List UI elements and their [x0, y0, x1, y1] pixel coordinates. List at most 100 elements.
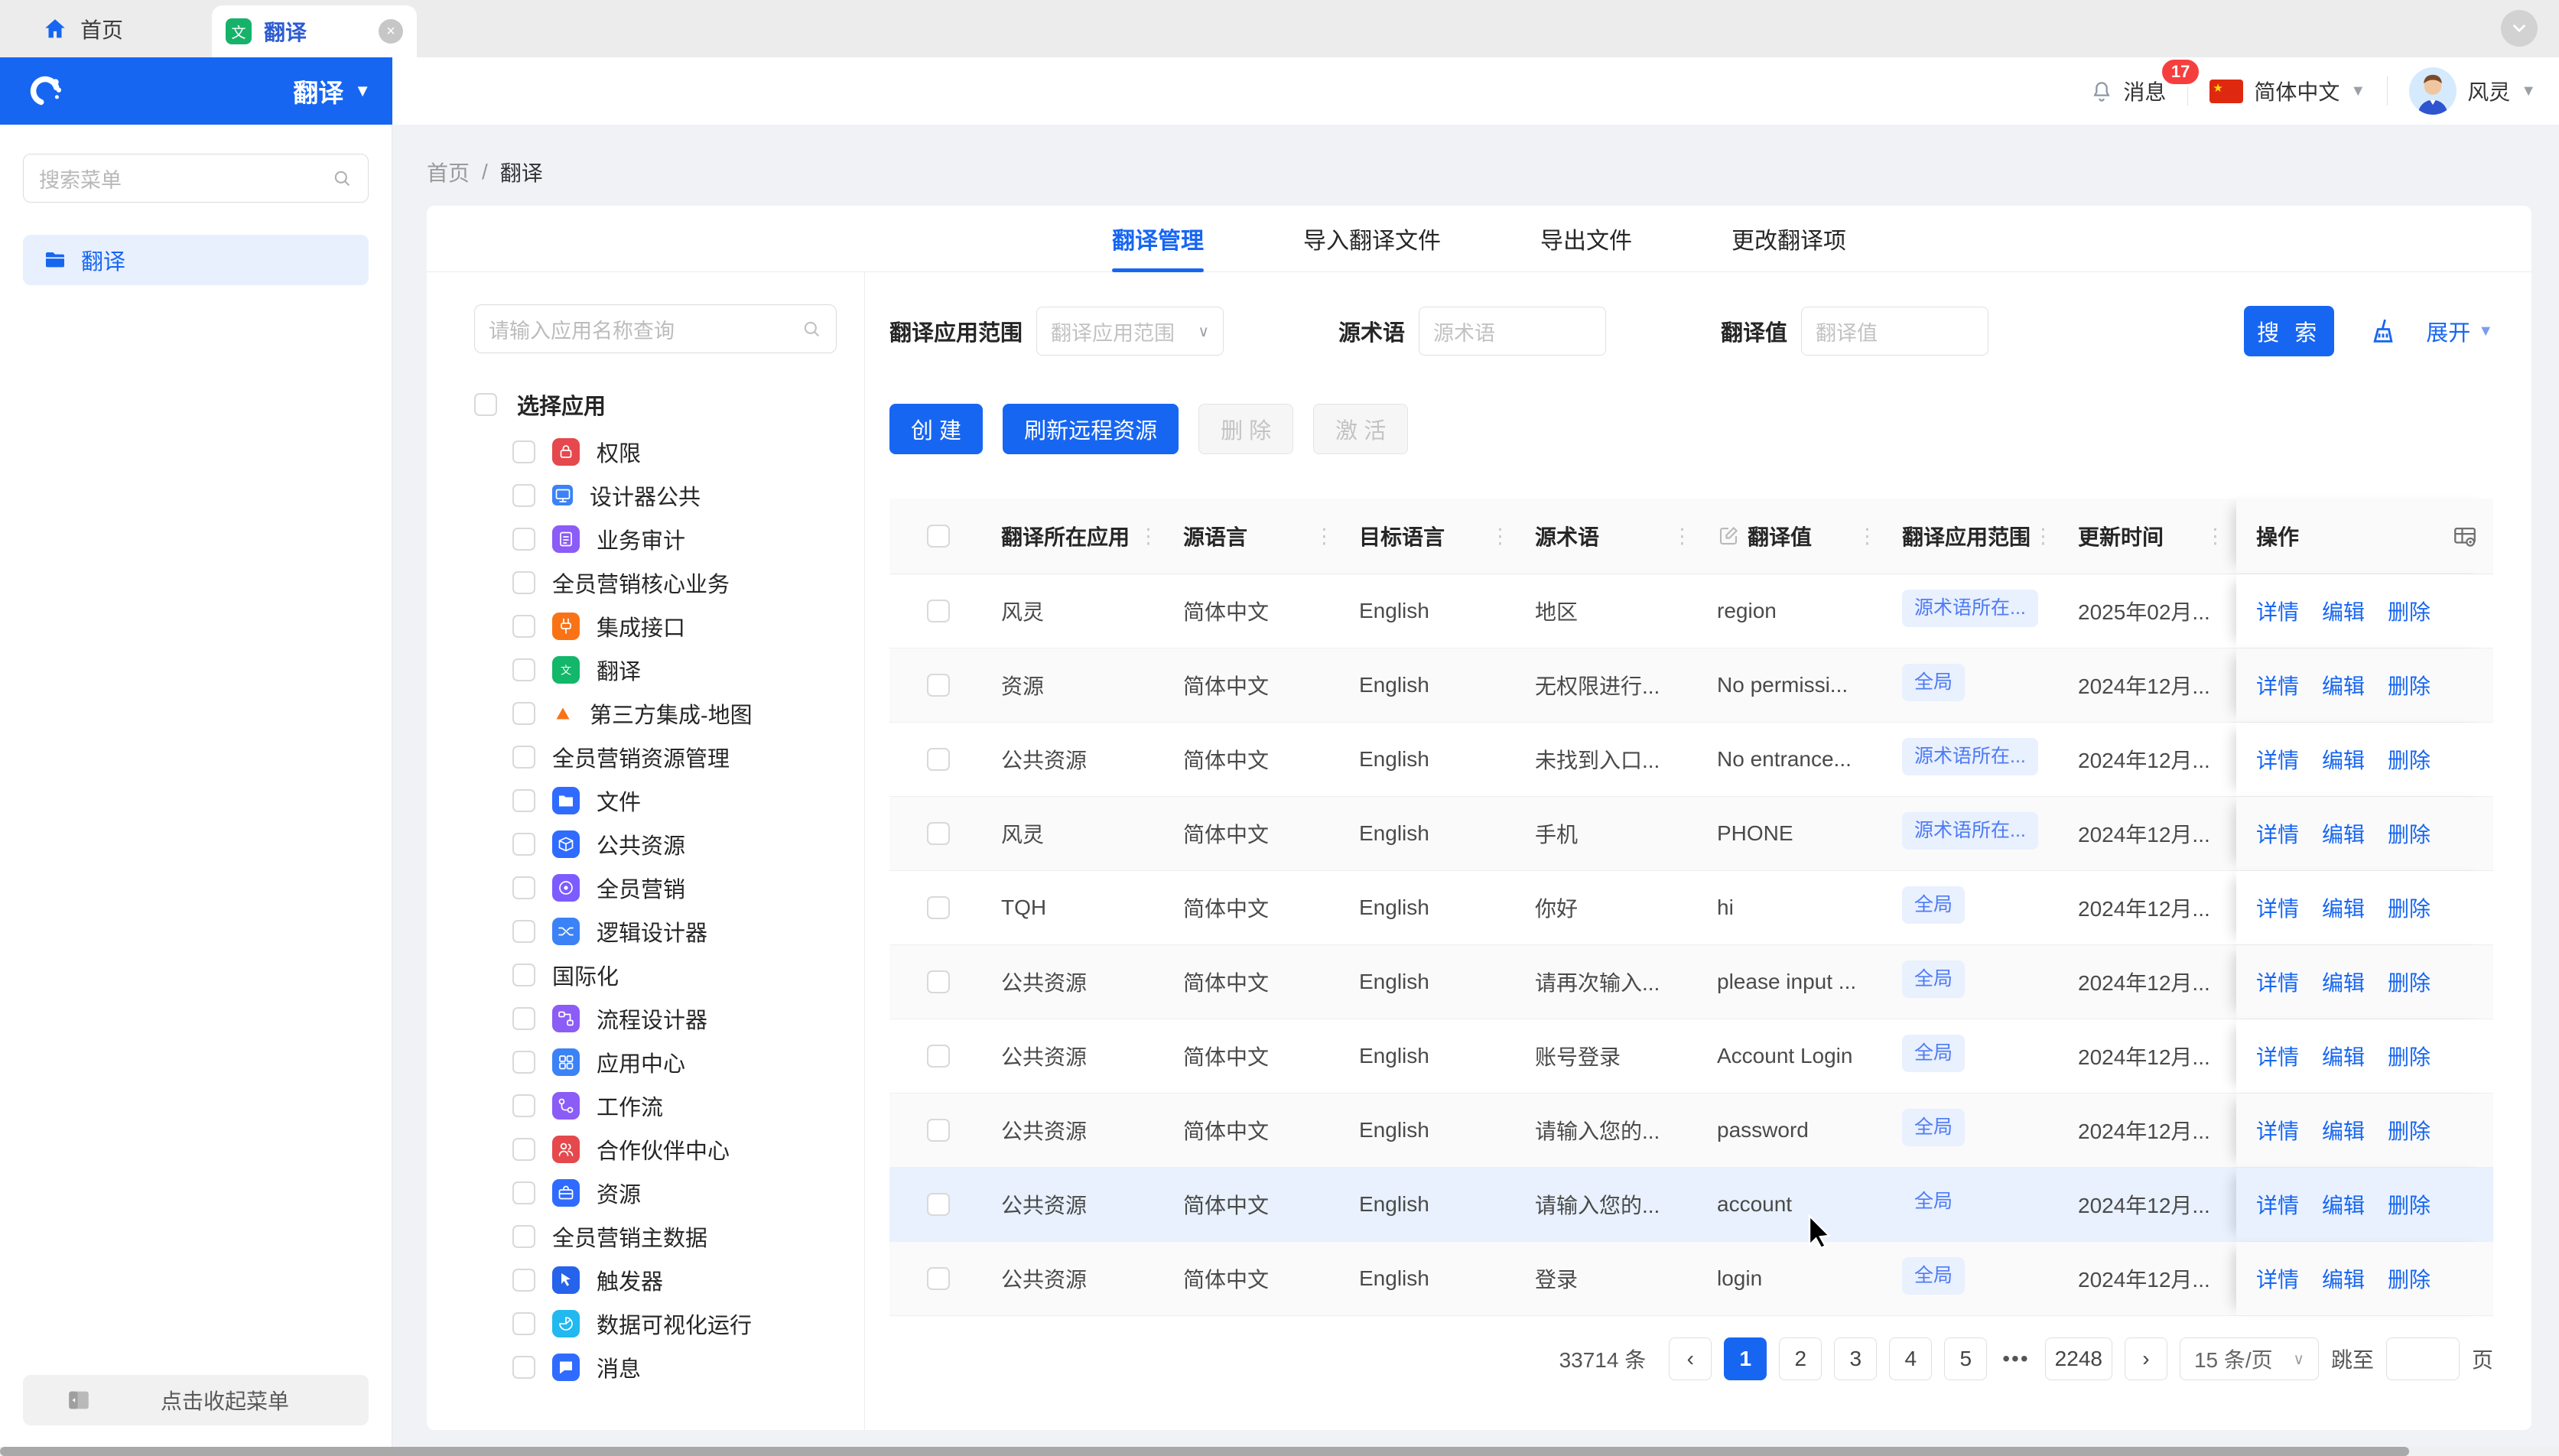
scope-filter-select[interactable]: 翻译应用范围 ∨ [1036, 307, 1224, 356]
table-row[interactable]: 风灵简体中文English手机PHONE源术语所在...2024年12月...详… [889, 797, 2493, 871]
tree-item[interactable]: 集成接口 [474, 604, 837, 648]
tree-item[interactable]: 权限 [474, 430, 837, 473]
page-button[interactable]: 5 [1944, 1337, 1987, 1380]
menu-search-input[interactable]: 搜索菜单 [23, 154, 369, 203]
tree-item[interactable]: 文件 [474, 778, 837, 822]
row-action-详情[interactable]: 详情 [2256, 744, 2299, 775]
row-action-编辑[interactable]: 编辑 [2322, 670, 2365, 700]
tree-item[interactable]: 逻辑设计器 [474, 909, 837, 953]
row-action-删除[interactable]: 删除 [2388, 1041, 2431, 1071]
row-checkbox[interactable] [927, 1267, 950, 1290]
tree-item-checkbox[interactable] [512, 484, 535, 507]
clear-filters-icon[interactable] [2368, 316, 2398, 346]
row-action-删除[interactable]: 删除 [2388, 892, 2431, 923]
row-checkbox[interactable] [927, 1119, 950, 1142]
tree-item[interactable]: 数据可视化运行 [474, 1302, 837, 1345]
tree-item-checkbox[interactable] [512, 876, 535, 899]
table-row[interactable]: 公共资源简体中文English登录login全局2024年12月...详情编辑删… [889, 1242, 2493, 1316]
tree-item[interactable]: 工作流 [474, 1084, 837, 1127]
row-action-编辑[interactable]: 编辑 [2322, 1115, 2365, 1146]
tree-item[interactable]: 应用中心 [474, 1040, 837, 1084]
table-row[interactable]: 公共资源简体中文English请输入您的...account全局2024年12月… [889, 1168, 2493, 1242]
tree-item-checkbox[interactable] [512, 658, 535, 681]
row-checkbox[interactable] [927, 600, 950, 622]
row-action-删除[interactable]: 删除 [2388, 1115, 2431, 1146]
tree-item[interactable]: 国际化 [474, 953, 837, 996]
select-all-checkbox[interactable] [474, 393, 497, 416]
table-row[interactable]: 资源简体中文English无权限进行...No permissi...全局202… [889, 648, 2493, 723]
row-action-详情[interactable]: 详情 [2256, 1189, 2299, 1220]
row-action-删除[interactable]: 删除 [2388, 596, 2431, 626]
app-search-input[interactable]: 请输入应用名称查询 [474, 304, 837, 353]
row-action-详情[interactable]: 详情 [2256, 967, 2299, 997]
tree-item[interactable]: 触发器 [474, 1258, 837, 1302]
delete-button[interactable]: 删 除 [1198, 404, 1293, 454]
row-action-详情[interactable]: 详情 [2256, 1041, 2299, 1071]
table-row[interactable]: 风灵简体中文English地区region源术语所在...2025年02月...… [889, 574, 2493, 648]
column-menu-icon[interactable]: ⋮ [1857, 525, 1878, 548]
activate-button[interactable]: 激 活 [1313, 404, 1408, 454]
row-action-编辑[interactable]: 编辑 [2322, 1189, 2365, 1220]
row-action-详情[interactable]: 详情 [2256, 892, 2299, 923]
row-checkbox[interactable] [927, 822, 950, 845]
column-settings-icon[interactable] [2452, 523, 2478, 549]
create-button[interactable]: 创 建 [889, 404, 983, 454]
select-all-apps[interactable]: 选择应用 [474, 388, 837, 421]
tree-item-checkbox[interactable] [512, 746, 535, 769]
tab-import-files[interactable]: 导入翻译文件 [1303, 206, 1441, 271]
horizontal-scrollbar-thumb[interactable] [0, 1447, 2409, 1456]
tree-item[interactable]: 全员营销资源管理 [474, 735, 837, 778]
row-action-详情[interactable]: 详情 [2256, 818, 2299, 849]
breadcrumb-home[interactable]: 首页 [427, 157, 470, 187]
tree-item-checkbox[interactable] [512, 1356, 535, 1379]
column-menu-icon[interactable]: ⋮ [2205, 525, 2226, 548]
row-action-详情[interactable]: 详情 [2256, 1115, 2299, 1146]
column-menu-icon[interactable]: ⋮ [1490, 525, 1510, 548]
column-menu-icon[interactable]: ⋮ [1314, 525, 1335, 548]
tree-item[interactable]: 全员营销核心业务 [474, 561, 837, 604]
row-action-删除[interactable]: 删除 [2388, 967, 2431, 997]
tree-item-checkbox[interactable] [512, 571, 535, 594]
row-action-编辑[interactable]: 编辑 [2322, 744, 2365, 775]
table-row[interactable]: TQH简体中文English你好hi全局2024年12月...详情编辑删除 [889, 871, 2493, 945]
messages-button[interactable]: 消息 17 [2089, 76, 2166, 106]
column-menu-icon[interactable]: ⋮ [1672, 525, 1692, 548]
tree-item-checkbox[interactable] [512, 440, 535, 463]
term-filter-input[interactable]: 源术语 [1419, 307, 1606, 356]
tree-item[interactable]: 合作伙伴中心 [474, 1127, 837, 1171]
language-selector[interactable]: ★ 简体中文 ▼ [2209, 76, 2366, 106]
tree-item-checkbox[interactable] [512, 1181, 535, 1204]
tree-item-checkbox[interactable] [512, 1007, 535, 1030]
tab-change-items[interactable]: 更改翻译项 [1731, 206, 1846, 271]
row-action-编辑[interactable]: 编辑 [2322, 892, 2365, 923]
column-menu-icon[interactable]: ⋮ [1138, 525, 1159, 548]
row-action-删除[interactable]: 删除 [2388, 744, 2431, 775]
tree-item-checkbox[interactable] [512, 528, 535, 551]
next-page-button[interactable]: › [2125, 1337, 2167, 1380]
row-action-删除[interactable]: 删除 [2388, 1189, 2431, 1220]
row-action-删除[interactable]: 删除 [2388, 1263, 2431, 1294]
page-button[interactable]: 4 [1889, 1337, 1932, 1380]
table-row[interactable]: 公共资源简体中文English未找到入口...No entrance...源术语… [889, 723, 2493, 797]
tree-item[interactable]: 资源 [474, 1171, 837, 1214]
row-action-编辑[interactable]: 编辑 [2322, 967, 2365, 997]
row-checkbox[interactable] [927, 748, 950, 771]
tab-export-files[interactable]: 导出文件 [1540, 206, 1632, 271]
row-checkbox[interactable] [927, 674, 950, 697]
tabbar-chevron-down-icon[interactable] [2501, 10, 2538, 47]
prev-page-button[interactable]: ‹ [1669, 1337, 1712, 1380]
row-action-编辑[interactable]: 编辑 [2322, 596, 2365, 626]
row-action-详情[interactable]: 详情 [2256, 1263, 2299, 1294]
active-browser-tab[interactable]: 文 翻译 × [212, 5, 417, 57]
row-action-详情[interactable]: 详情 [2256, 670, 2299, 700]
row-action-编辑[interactable]: 编辑 [2322, 818, 2365, 849]
row-action-删除[interactable]: 删除 [2388, 818, 2431, 849]
page-button[interactable]: 3 [1834, 1337, 1877, 1380]
table-row[interactable]: 公共资源简体中文English请再次输入...please input ...全… [889, 945, 2493, 1019]
refresh-remote-button[interactable]: 刷新远程资源 [1003, 404, 1179, 454]
row-action-详情[interactable]: 详情 [2256, 596, 2299, 626]
tree-item-checkbox[interactable] [512, 702, 535, 725]
select-all-rows-checkbox[interactable] [927, 525, 950, 548]
home-tab[interactable]: 首页 [42, 0, 123, 57]
row-action-删除[interactable]: 删除 [2388, 670, 2431, 700]
